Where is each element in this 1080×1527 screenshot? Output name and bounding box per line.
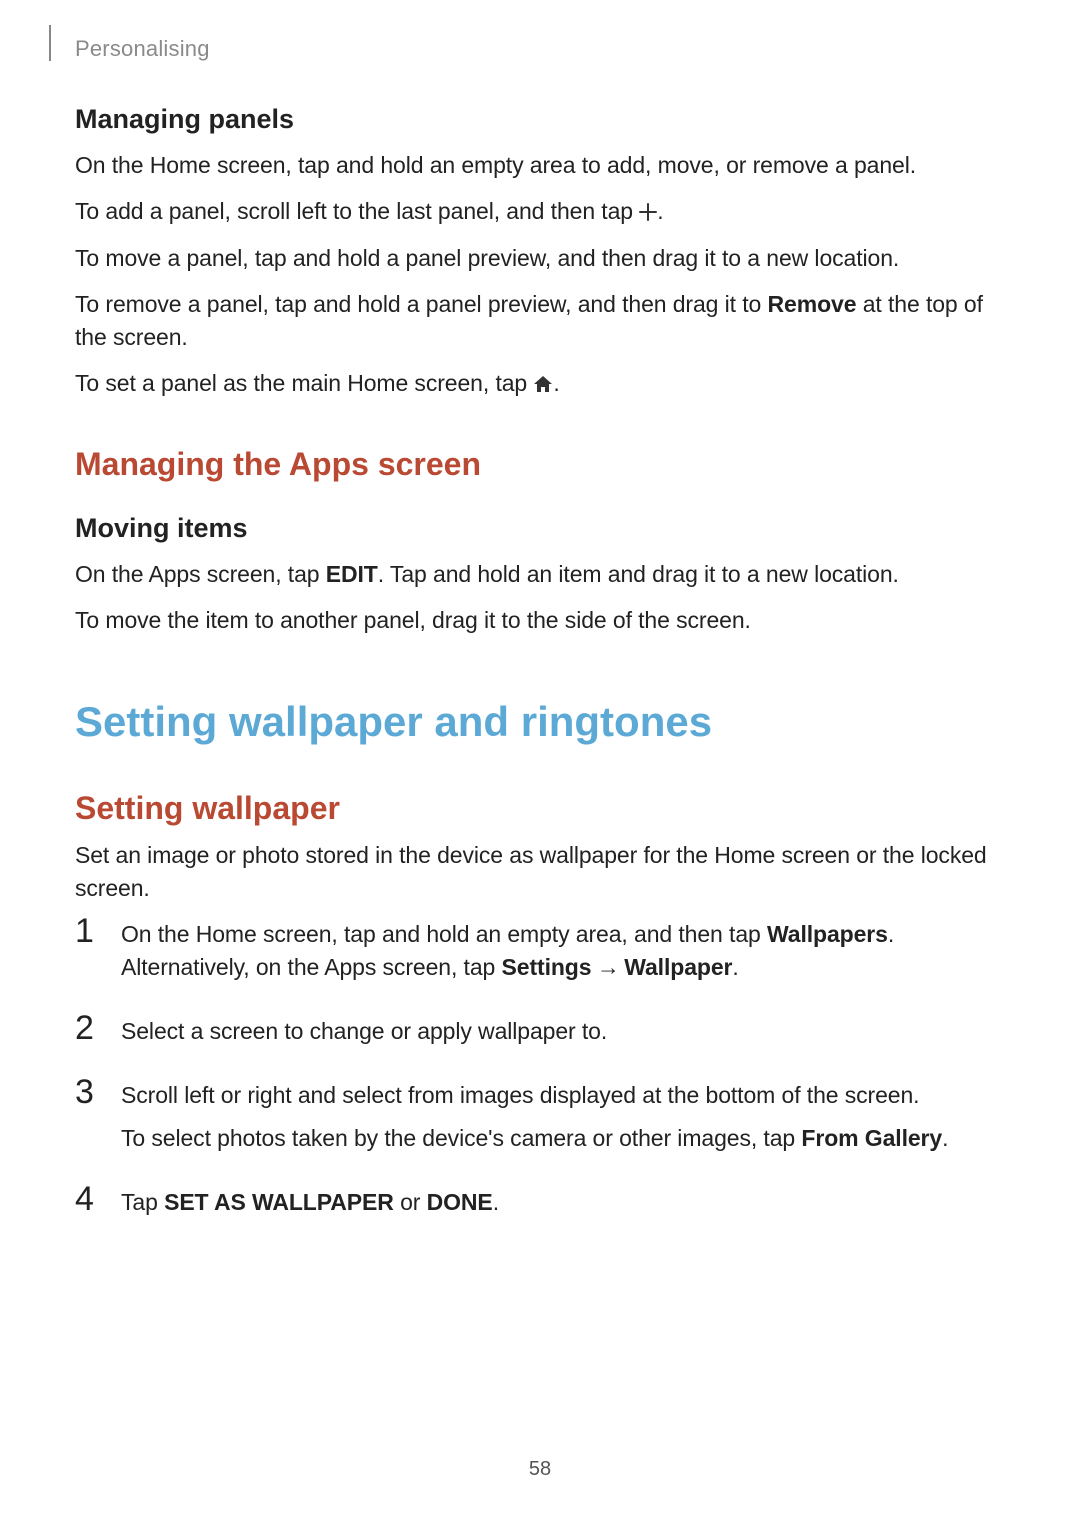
page-content: Personalising Managing panels On the Hom… [0,0,1080,1229]
bold-settings: Settings [502,954,592,980]
bold-done: DONE [427,1189,493,1215]
plus-icon [639,197,657,231]
para-managing-panels-3: To move a panel, tap and hold a panel pr… [75,242,1005,276]
step-text: Scroll left or right and select from ima… [121,1079,1005,1113]
bold-from-gallery: From Gallery [801,1125,942,1151]
arrow-icon: → [591,954,624,980]
text: On the Home screen, tap and hold an empt… [121,921,767,947]
bold-edit: EDIT [326,561,378,587]
text: . [942,1125,948,1151]
text: To remove a panel, tap and hold a panel … [75,291,768,317]
heading-wallpaper-ringtones: Setting wallpaper and ringtones [75,698,1005,746]
text: To select photos taken by the device's c… [121,1125,801,1151]
bold-remove: Remove [768,291,857,317]
text: Tap [121,1189,164,1215]
step-number: 2 [75,1011,121,1045]
step-3: 3 Scroll left or right and select from i… [75,1079,1005,1166]
text: . [553,370,559,396]
heading-managing-apps: Managing the Apps screen [75,446,1005,483]
step-text: To select photos taken by the device's c… [121,1122,1005,1156]
heading-setting-wallpaper: Setting wallpaper [75,790,1005,827]
text: . Tap and hold an item and drag it to a … [378,561,899,587]
step-body: Tap SET AS WALLPAPER or DONE. [121,1186,1005,1230]
step-1: 1 On the Home screen, tap and hold an em… [75,918,1005,995]
header-rule [49,25,51,61]
para-managing-panels-1: On the Home screen, tap and hold an empt… [75,149,1005,183]
bold-wallpapers: Wallpapers [767,921,888,947]
text: . [493,1189,499,1215]
step-body: Scroll left or right and select from ima… [121,1079,1005,1166]
text: or [394,1189,427,1215]
para-managing-panels-5: To set a panel as the main Home screen, … [75,367,1005,403]
page-number: 58 [0,1458,1080,1481]
text: On the Apps screen, tap [75,561,326,587]
step-4: 4 Tap SET AS WALLPAPER or DONE. [75,1186,1005,1230]
step-number: 3 [75,1075,121,1109]
step-number: 1 [75,914,121,948]
step-body: On the Home screen, tap and hold an empt… [121,918,1005,995]
text: To set a panel as the main Home screen, … [75,370,533,396]
section-label: Personalising [75,36,1005,62]
para-managing-panels-4: To remove a panel, tap and hold a panel … [75,288,1005,355]
para-moving-items-1: On the Apps screen, tap EDIT. Tap and ho… [75,558,1005,592]
step-text: On the Home screen, tap and hold an empt… [121,918,1005,985]
para-moving-items-2: To move the item to another panel, drag … [75,604,1005,638]
bold-wallpaper: Wallpaper [624,954,732,980]
text: To add a panel, scroll left to the last … [75,198,639,224]
step-number: 4 [75,1182,121,1216]
heading-moving-items: Moving items [75,513,1005,544]
bold-set-wallpaper: SET AS WALLPAPER [164,1189,394,1215]
steps-list: 1 On the Home screen, tap and hold an em… [75,918,1005,1229]
para-setting-wallpaper-intro: Set an image or photo stored in the devi… [75,839,1005,906]
text: . [732,954,738,980]
para-managing-panels-2: To add a panel, scroll left to the last … [75,195,1005,231]
step-body: Select a screen to change or apply wallp… [121,1015,1005,1059]
home-icon [533,369,553,403]
heading-managing-panels: Managing panels [75,104,1005,135]
text: . [657,198,663,224]
step-text: Tap SET AS WALLPAPER or DONE. [121,1186,1005,1220]
step-2: 2 Select a screen to change or apply wal… [75,1015,1005,1059]
step-text: Select a screen to change or apply wallp… [121,1015,1005,1049]
page-header: Personalising [75,0,1005,62]
